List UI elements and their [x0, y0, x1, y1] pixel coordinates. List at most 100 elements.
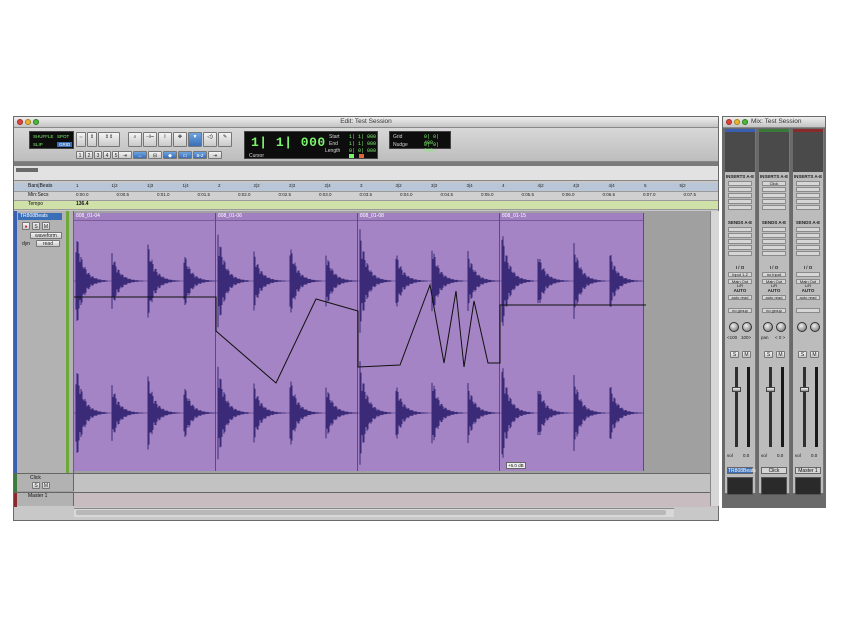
insertion-follows-playback-button[interactable]: ▭	[178, 151, 192, 159]
send-slot[interactable]	[796, 245, 820, 250]
solo-button[interactable]: S	[730, 351, 739, 358]
zoom-horizontal-button[interactable]: ⇔	[76, 132, 86, 147]
insert-slot[interactable]	[796, 187, 820, 192]
send-slot[interactable]	[728, 239, 752, 244]
slip-mode-button[interactable]: SLIP	[33, 142, 43, 147]
pan-knob[interactable]	[810, 322, 820, 332]
insert-slot[interactable]	[728, 181, 752, 186]
link-timeline-button[interactable]: ↔	[133, 151, 147, 159]
pan-knob[interactable]	[797, 322, 807, 332]
output-selector[interactable]: Main Out L/R	[728, 279, 752, 284]
channel-comments[interactable]	[727, 477, 753, 495]
close-button[interactable]	[726, 119, 732, 125]
insert-slot[interactable]	[796, 199, 820, 204]
start-value[interactable]: 1| 1| 000	[349, 134, 376, 140]
send-slot[interactable]	[762, 233, 786, 238]
pan-right-value[interactable]: < 0 >	[775, 335, 785, 340]
send-slot[interactable]	[728, 245, 752, 250]
output-selector[interactable]: Main Out L/R	[796, 279, 820, 284]
solo-button[interactable]: S	[764, 351, 773, 358]
pan-left-value[interactable]: pan	[761, 335, 769, 340]
send-slot[interactable]	[728, 233, 752, 238]
solo-button[interactable]: S	[32, 482, 40, 489]
minimize-button[interactable]	[734, 119, 740, 125]
channel-name[interactable]: Click	[761, 467, 787, 474]
grid-mode-button[interactable]: GRID	[57, 142, 72, 147]
horizontal-scrollbar[interactable]	[74, 508, 674, 517]
solo-button[interactable]: S	[798, 351, 807, 358]
automation-mode-selector[interactable]: auto read	[728, 295, 752, 300]
track-name[interactable]: Click	[30, 475, 41, 481]
smart-tool[interactable]: ▼	[188, 132, 202, 147]
insert-slot[interactable]	[762, 199, 786, 204]
zoom-vertical-button[interactable]: ⇕	[87, 132, 97, 147]
solo-button[interactable]: S	[32, 222, 40, 230]
keyboard-focus-button[interactable]: a-z	[193, 151, 207, 159]
zoom-preset-4[interactable]: 4	[103, 151, 111, 159]
volume-fader[interactable]	[800, 387, 809, 392]
bars-beats-ruler[interactable]: Bars|Beats 11|21|31|422|22|32|433|23|33|…	[14, 183, 718, 192]
send-slot[interactable]	[728, 251, 752, 256]
group-selector[interactable]: no group	[762, 308, 786, 313]
mute-button[interactable]: M	[810, 351, 819, 358]
insert-slot[interactable]	[762, 187, 786, 192]
selector-tool[interactable]: I	[158, 132, 172, 147]
volume-value[interactable]: 0.0	[743, 453, 749, 458]
edit-window-titlebar[interactable]: Edit: Test Session	[14, 117, 718, 128]
tab-to-transient-button[interactable]: ⇥	[118, 151, 132, 159]
trimmer-tool[interactable]: ⊣⊢	[143, 132, 157, 147]
zoom-preset-2[interactable]: 2	[85, 151, 93, 159]
send-slot[interactable]	[762, 227, 786, 232]
mute-button[interactable]: M	[42, 222, 50, 230]
send-slot[interactable]	[762, 245, 786, 250]
tempo-ruler[interactable]: Tempo 136.4	[14, 201, 718, 210]
input-selector[interactable]: Input 1-2	[728, 272, 752, 277]
session-overview[interactable]	[14, 166, 718, 181]
record-enable-button[interactable]: ●	[22, 222, 30, 230]
pre-roll-indicator[interactable]	[349, 154, 354, 158]
send-slot[interactable]	[796, 251, 820, 256]
channel-name[interactable]: TR808Beats	[727, 467, 753, 474]
mute-button[interactable]: M	[776, 351, 785, 358]
end-value[interactable]: 1| 1| 000	[349, 141, 376, 147]
click-track-lane[interactable]	[74, 473, 718, 492]
track-name[interactable]: TR808Beats	[18, 213, 62, 220]
send-slot[interactable]	[796, 233, 820, 238]
mirror-midi-button[interactable]: ◆	[163, 151, 177, 159]
volume-value[interactable]: 0.0	[811, 453, 817, 458]
pan-right-value[interactable]: 100>	[741, 335, 751, 340]
scroll-thumb[interactable]	[76, 510, 666, 515]
track-name[interactable]: Master 1	[28, 493, 47, 499]
post-roll-indicator[interactable]	[359, 154, 364, 158]
spot-mode-button[interactable]: SPOT	[57, 134, 69, 139]
send-slot[interactable]	[762, 239, 786, 244]
zoom-waveform-button[interactable]: ⇕⇕	[98, 132, 120, 147]
insert-slot[interactable]: Click	[762, 181, 786, 186]
link-track-button[interactable]: ⊟	[148, 151, 162, 159]
zoomer-tool[interactable]: ⌕	[128, 132, 142, 147]
insert-slot[interactable]	[796, 193, 820, 198]
zoom-preset-1[interactable]: 1	[76, 151, 84, 159]
automation-mode-selector[interactable]: read	[36, 240, 60, 247]
channel-name[interactable]: Master 1	[795, 467, 821, 474]
insert-slot[interactable]	[796, 205, 820, 210]
volume-fader[interactable]	[732, 387, 741, 392]
shuffle-mode-button[interactable]: SHUFFLE	[33, 134, 54, 139]
pan-knob[interactable]	[742, 322, 752, 332]
insert-slot[interactable]	[762, 193, 786, 198]
send-slot[interactable]	[796, 227, 820, 232]
volume-value[interactable]: 0.0	[777, 453, 783, 458]
mix-window-titlebar[interactable]: Mix: Test Session	[723, 117, 825, 128]
insert-slot[interactable]	[728, 187, 752, 192]
input-selector[interactable]	[796, 272, 820, 277]
input-selector[interactable]: no input	[762, 272, 786, 277]
main-counter-value[interactable]: 1| 1| 000	[251, 135, 326, 150]
insert-slot[interactable]	[796, 181, 820, 186]
master-track-lane[interactable]	[74, 492, 718, 507]
scrubber-tool[interactable]: ◁)	[203, 132, 217, 147]
send-slot[interactable]	[796, 239, 820, 244]
insert-slot[interactable]	[762, 205, 786, 210]
track-view-selector[interactable]: waveform	[30, 232, 62, 239]
pan-knob[interactable]	[776, 322, 786, 332]
zoom-button[interactable]	[742, 119, 748, 125]
